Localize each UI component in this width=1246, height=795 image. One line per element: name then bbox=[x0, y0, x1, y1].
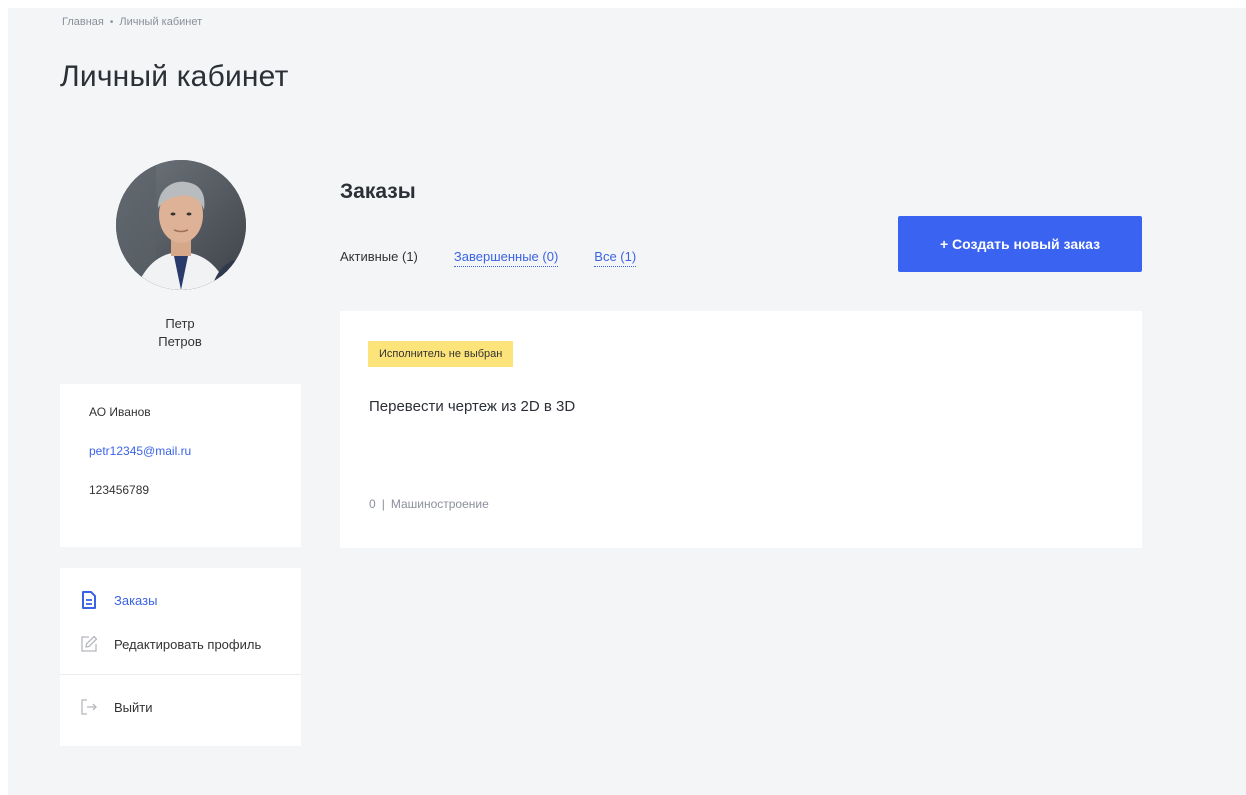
logout-icon bbox=[78, 696, 100, 718]
breadcrumb-current: Личный кабинет bbox=[119, 16, 203, 28]
menu-item-edit-profile-label: Редактировать профиль bbox=[114, 636, 262, 652]
tab-all[interactable]: Все (1) bbox=[594, 249, 637, 267]
order-meta-separator: | bbox=[381, 497, 385, 511]
page-background: Главная • Личный кабинет Личный кабинет bbox=[8, 8, 1246, 795]
order-count: 0 bbox=[369, 497, 376, 511]
user-company: АО Иванов bbox=[89, 405, 151, 419]
tab-active[interactable]: Активные (1) bbox=[340, 249, 418, 267]
status-badge: Исполнитель не выбран bbox=[368, 341, 514, 367]
order-title[interactable]: Перевести чертеж из 2D в 3D bbox=[369, 398, 575, 415]
user-name: Петр Петров bbox=[60, 315, 300, 351]
profile-menu: Заказы Редактировать профиль Выйти bbox=[60, 568, 301, 746]
menu-item-edit-profile[interactable]: Редактировать профиль bbox=[60, 622, 301, 666]
orders-section-title: Заказы bbox=[340, 180, 416, 203]
menu-item-orders-label: Заказы bbox=[114, 592, 158, 608]
user-last-name: Петров bbox=[158, 334, 202, 349]
user-first-name: Петр bbox=[165, 316, 195, 331]
create-order-button[interactable]: + Создать новый заказ bbox=[898, 216, 1142, 272]
menu-item-logout[interactable]: Выйти bbox=[60, 685, 301, 729]
order-meta: 0 | Машиностроение bbox=[369, 497, 489, 511]
avatar-photo bbox=[116, 160, 246, 290]
tab-completed[interactable]: Завершенные (0) bbox=[453, 249, 559, 267]
document-icon bbox=[78, 589, 100, 611]
orders-tabs: Активные (1) Завершенные (0) Все (1) bbox=[340, 249, 672, 267]
order-card[interactable]: Исполнитель не выбран Перевести чертеж и… bbox=[340, 311, 1142, 548]
avatar bbox=[116, 160, 246, 290]
user-email-link[interactable]: petr12345@mail.ru bbox=[89, 444, 191, 458]
order-category: Машиностроение bbox=[390, 497, 489, 511]
breadcrumb: Главная • Личный кабинет bbox=[62, 16, 202, 28]
page-title: Личный кабинет bbox=[60, 60, 289, 93]
breadcrumb-home-link[interactable]: Главная bbox=[62, 16, 104, 28]
menu-item-logout-label: Выйти bbox=[114, 699, 153, 715]
menu-item-orders[interactable]: Заказы bbox=[60, 578, 301, 622]
user-phone: 123456789 bbox=[89, 483, 150, 497]
breadcrumb-separator: • bbox=[109, 16, 114, 28]
edit-icon bbox=[78, 633, 100, 655]
contact-card: АО Иванов petr12345@mail.ru 123456789 bbox=[60, 384, 301, 547]
